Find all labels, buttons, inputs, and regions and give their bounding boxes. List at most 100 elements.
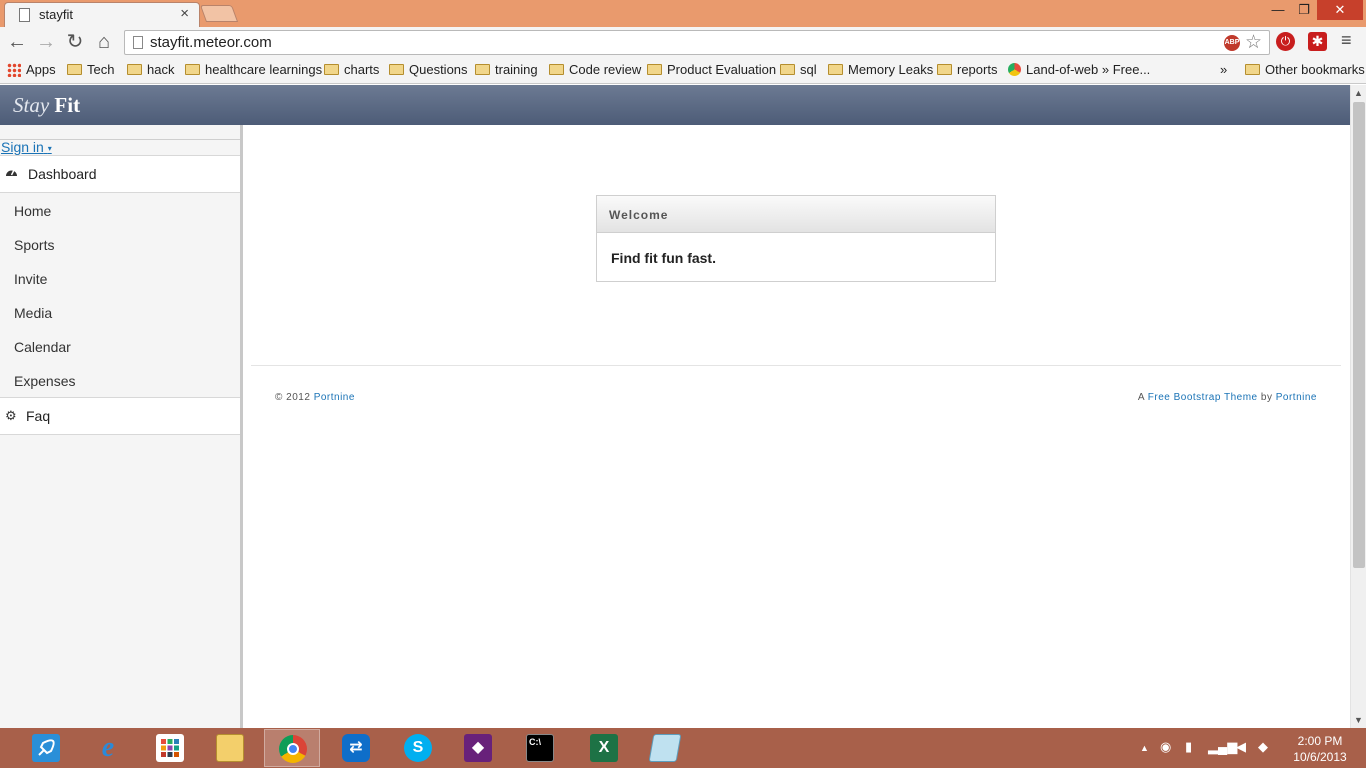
- sidebar-item-faq[interactable]: ⚙ Faq: [0, 397, 240, 435]
- folder-icon: [828, 64, 843, 75]
- internet-explorer-app[interactable]: e: [80, 729, 136, 767]
- skype-icon: S: [404, 734, 432, 762]
- adblock-icon[interactable]: ABP: [1224, 35, 1240, 51]
- sidebar-item-home[interactable]: Home: [14, 203, 51, 219]
- folder-icon: [647, 64, 662, 75]
- rocket-app[interactable]: [18, 729, 74, 767]
- minimize-button[interactable]: —: [1265, 0, 1291, 20]
- forward-button[interactable]: →: [35, 30, 57, 54]
- dropbox-icon[interactable]: ◆: [1258, 739, 1268, 755]
- address-bar[interactable]: stayfit.meteor.com ABP ☆: [124, 30, 1270, 55]
- rocket-icon: [32, 734, 60, 762]
- brand-logo[interactable]: Stay Fit: [13, 93, 80, 118]
- internet-explorer-icon: e: [101, 732, 115, 763]
- power-icon[interactable]: ▮: [1185, 739, 1192, 755]
- bookmark-code-review[interactable]: Code review: [549, 62, 641, 77]
- browser-tabstrip: stayfit × — ❐ ✕: [0, 0, 1366, 27]
- back-button[interactable]: ←: [6, 30, 28, 54]
- reload-button[interactable]: ↻: [64, 30, 86, 54]
- sidebar-item-calendar[interactable]: Calendar: [14, 339, 71, 355]
- folder-icon: [780, 64, 795, 75]
- chrome-icon: [279, 735, 307, 763]
- clock-date: 10/6/2013: [1293, 750, 1347, 764]
- folder-icon: [549, 64, 564, 75]
- bookmark-land-of-web[interactable]: Land-of-web » Free...: [1008, 62, 1150, 77]
- bookmark-apps[interactable]: Apps: [7, 62, 56, 77]
- folder-icon: [185, 64, 200, 75]
- skype-app[interactable]: S: [390, 729, 446, 767]
- network-signal-icon[interactable]: ▂▄▆: [1208, 739, 1237, 755]
- bookmark-questions[interactable]: Questions: [389, 62, 468, 77]
- sidebar-item-media[interactable]: Media: [14, 305, 52, 321]
- sidebar-item-invite[interactable]: Invite: [14, 271, 47, 287]
- sidebar-item-sports[interactable]: Sports: [14, 237, 54, 253]
- bookmark-charts[interactable]: charts: [324, 62, 379, 77]
- widget-body-text: Find fit fun fast.: [611, 250, 716, 266]
- other-bookmarks[interactable]: Other bookmarks: [1245, 62, 1365, 77]
- chrome-app[interactable]: [264, 729, 320, 767]
- bookmark-product-evaluation[interactable]: Product Evaluation: [647, 62, 776, 77]
- command-prompt-app[interactable]: C:\: [512, 729, 568, 767]
- footer-portnine-credit-link[interactable]: Portnine: [1276, 392, 1317, 403]
- bookmark-sql[interactable]: sql: [780, 62, 817, 77]
- new-tab-button[interactable]: [199, 5, 239, 22]
- brand-fit: Fit: [54, 93, 81, 117]
- system-clock[interactable]: 2:00 PM 10/6/2013: [1285, 733, 1355, 765]
- power-extension-icon[interactable]: ⏻: [1276, 32, 1295, 51]
- scroll-up-icon[interactable]: ▲: [1354, 88, 1363, 98]
- chrome-center: [287, 743, 299, 755]
- brand-stay: Stay: [13, 93, 50, 117]
- excel-icon: X: [590, 734, 618, 762]
- folder-icon: [389, 64, 404, 75]
- teamviewer-app[interactable]: ⇄: [328, 729, 384, 767]
- notepad-app[interactable]: [637, 729, 693, 767]
- welcome-widget: Welcome Find fit fun fast.: [596, 195, 996, 282]
- tab-close-icon[interactable]: ×: [180, 5, 189, 22]
- scroll-down-icon[interactable]: ▼: [1354, 715, 1363, 725]
- caret-down-icon: ▾: [47, 143, 52, 153]
- volume-icon[interactable]: ◀: [1236, 739, 1246, 755]
- sign-in-link[interactable]: Sign in ▾: [1, 139, 52, 155]
- browser-tab[interactable]: stayfit ×: [4, 2, 200, 27]
- page-scrollbar[interactable]: ▲ ▼: [1350, 85, 1366, 728]
- browser-toolbar: ← → ↻ ⌂ stayfit.meteor.com ABP ☆ ⏻ ✱ ≡: [0, 27, 1366, 58]
- dashboard-icon: [5, 166, 18, 181]
- url-text[interactable]: stayfit.meteor.com: [150, 34, 272, 51]
- file-explorer-app[interactable]: [202, 729, 258, 767]
- windows-taskbar: e ⇄ S ◆ C:\ X ▲ ◉ ▮ ▂▄▆ ◀ ◆ 2:00 PM 10/6…: [0, 728, 1366, 768]
- tab-title: stayfit: [39, 7, 73, 22]
- tray-app-icon[interactable]: ◉: [1160, 739, 1171, 755]
- command-prompt-icon: C:\: [526, 734, 554, 762]
- close-window-button[interactable]: ✕: [1317, 0, 1363, 20]
- sidebar-item-expenses[interactable]: Expenses: [14, 373, 75, 389]
- footer-copyright: © 2012 Portnine: [275, 392, 355, 403]
- bookmark-memory-leaks[interactable]: Memory Leaks: [828, 62, 933, 77]
- page-icon: [133, 36, 143, 49]
- bookmarks-overflow-button[interactable]: »: [1220, 62, 1227, 77]
- bookmark-hack[interactable]: hack: [127, 62, 174, 77]
- visual-studio-app[interactable]: ◆: [450, 729, 506, 767]
- site-favicon-icon: [1008, 63, 1021, 76]
- start-apps[interactable]: [142, 729, 198, 767]
- sidebar-item-dashboard[interactable]: Dashboard: [0, 155, 240, 193]
- folder-icon: [67, 64, 82, 75]
- maximize-button[interactable]: ❐: [1291, 0, 1317, 20]
- sidebar: Sign in ▾ Dashboard Home Sports Invite M…: [0, 125, 243, 728]
- footer-theme-link[interactable]: Free Bootstrap Theme: [1148, 392, 1258, 403]
- folder-icon: [324, 64, 339, 75]
- bookmark-reports[interactable]: reports: [937, 62, 997, 77]
- start-apps-icon: [156, 734, 184, 762]
- bookmarks-bar: Apps Tech hack healthcare learnings char…: [0, 58, 1366, 84]
- bookmark-healthcare-learnings[interactable]: healthcare learnings: [185, 62, 322, 77]
- footer-divider: [251, 365, 1341, 366]
- bookmark-star-icon[interactable]: ☆: [1245, 31, 1262, 54]
- home-button[interactable]: ⌂: [93, 30, 115, 54]
- tray-expand-icon[interactable]: ▲: [1140, 743, 1149, 753]
- scrollbar-thumb[interactable]: [1353, 102, 1365, 568]
- bookmark-tech[interactable]: Tech: [67, 62, 114, 77]
- excel-app[interactable]: X: [576, 729, 632, 767]
- bookmark-training[interactable]: training: [475, 62, 538, 77]
- red-extension-icon[interactable]: ✱: [1308, 32, 1327, 51]
- menu-icon[interactable]: ≡: [1341, 30, 1352, 51]
- footer-portnine-link[interactable]: Portnine: [314, 392, 355, 403]
